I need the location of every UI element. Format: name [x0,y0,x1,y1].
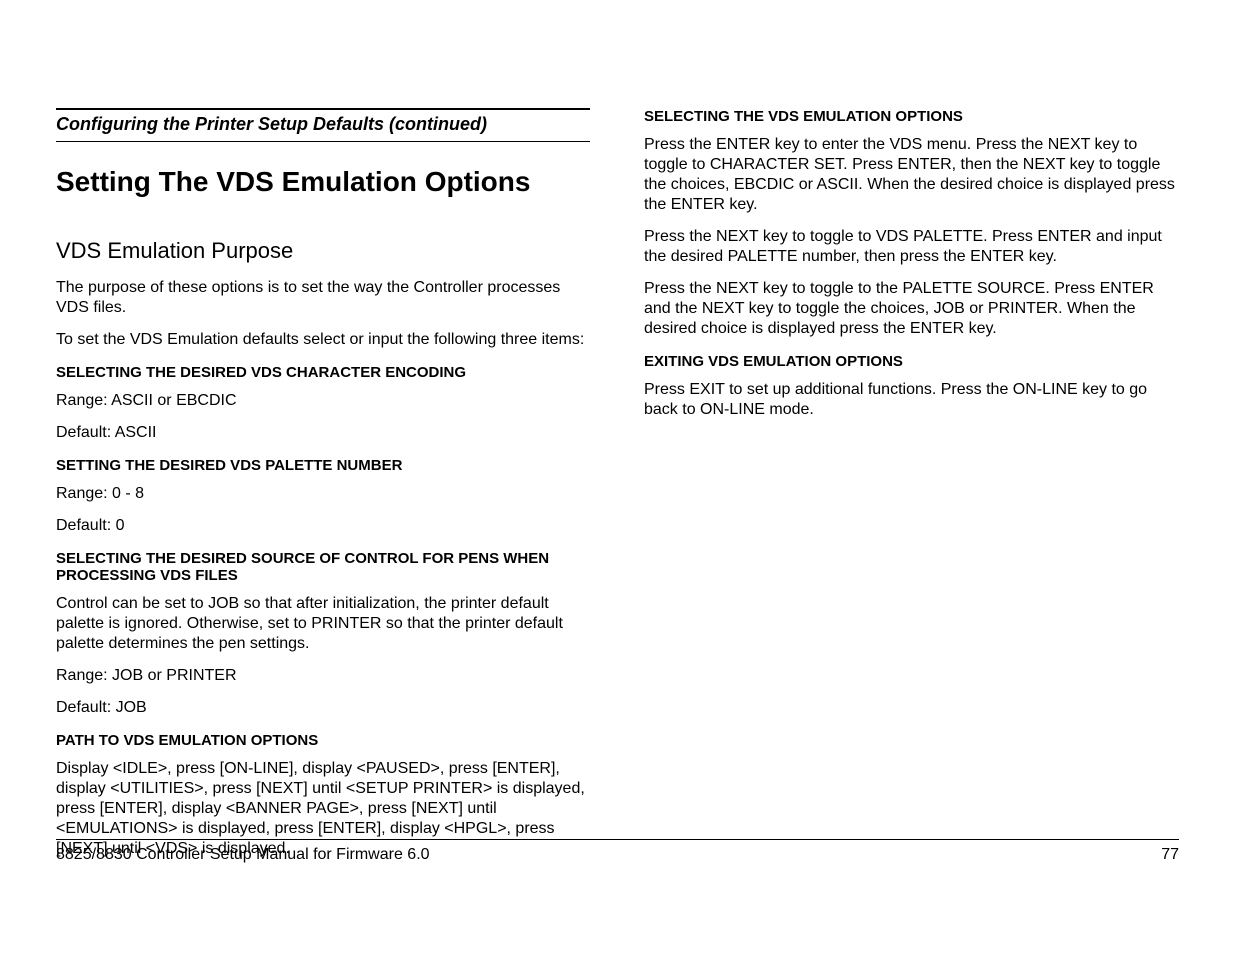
page-title: Setting The VDS Emulation Options [56,166,590,198]
paragraph: Press the ENTER key to enter the VDS men… [644,135,1178,215]
paragraph: Default: 0 [56,516,590,536]
paragraph: Press the NEXT key to toggle to VDS PALE… [644,227,1178,267]
footer-page-number: 77 [1161,846,1179,864]
section-header: Configuring the Printer Setup Defaults (… [56,114,590,135]
footer-manual-title: 8825/8830 Controller Setup Manual for Fi… [56,846,430,864]
paragraph: Range: JOB or PRINTER [56,666,590,686]
paragraph: Default: ASCII [56,423,590,443]
subsection-heading: EXITING VDS EMULATION OPTIONS [644,353,1178,370]
paragraph: Press the NEXT key to toggle to the PALE… [644,279,1178,339]
two-column-layout: Configuring the Printer Setup Defaults (… [56,108,1179,871]
paragraph: To set the VDS Emulation defaults select… [56,330,590,350]
section-header-rule: Configuring the Printer Setup Defaults (… [56,108,590,142]
left-column: Configuring the Printer Setup Defaults (… [56,108,590,871]
document-page: Configuring the Printer Setup Defaults (… [0,0,1235,954]
right-column: SELECTING THE VDS EMULATION OPTIONS Pres… [644,108,1178,871]
subsection-heading: SELECTING THE VDS EMULATION OPTIONS [644,108,1178,125]
paragraph: Range: ASCII or EBCDIC [56,391,590,411]
paragraph: Default: JOB [56,698,590,718]
section-subtitle: VDS Emulation Purpose [56,238,590,264]
paragraph: Press EXIT to set up additional function… [644,380,1178,420]
subsection-heading: SELECTING THE DESIRED SOURCE OF CONTROL … [56,550,590,584]
paragraph: Range: 0 - 8 [56,484,590,504]
paragraph: Control can be set to JOB so that after … [56,594,590,654]
page-footer: 8825/8830 Controller Setup Manual for Fi… [56,839,1179,864]
subsection-heading: PATH TO VDS EMULATION OPTIONS [56,732,590,749]
subsection-heading: SETTING THE DESIRED VDS PALETTE NUMBER [56,457,590,474]
subsection-heading: SELECTING THE DESIRED VDS CHARACTER ENCO… [56,364,590,381]
paragraph: The purpose of these options is to set t… [56,278,590,318]
